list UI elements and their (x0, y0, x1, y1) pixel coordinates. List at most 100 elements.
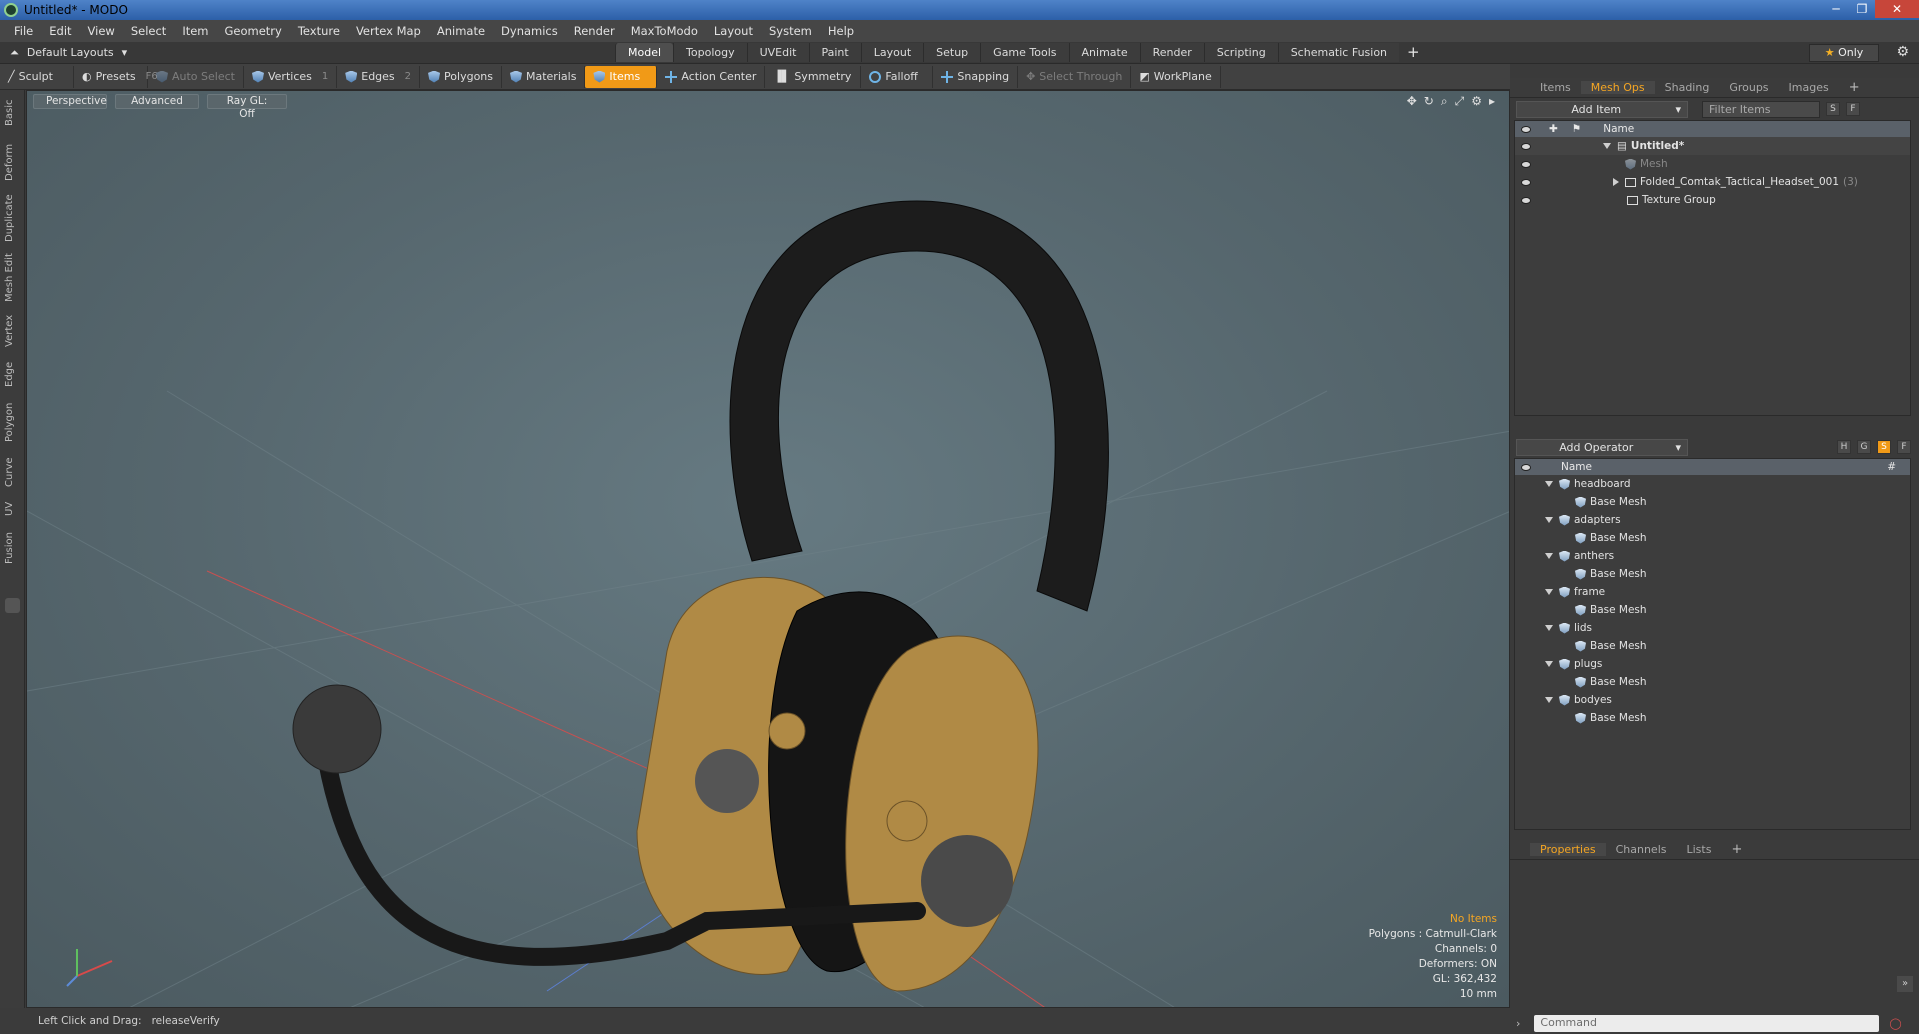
falloff-button[interactable]: Falloff (861, 65, 934, 88)
expand-arrow-icon[interactable] (1545, 697, 1553, 703)
op-base-mesh[interactable]: Base Mesh (1515, 637, 1910, 655)
symmetry-button[interactable]: ▐▌ Symmetry (765, 65, 862, 88)
menu-vertex-map[interactable]: Vertex Map (348, 24, 429, 38)
vtab-vertex[interactable]: Vertex (4, 312, 20, 350)
add-tab-icon[interactable]: + (1399, 43, 1428, 62)
vertices-button[interactable]: Vertices 1 (244, 65, 338, 88)
edges-button[interactable]: Edges 2 (337, 65, 421, 88)
tab-uvedit[interactable]: UVEdit (746, 43, 809, 62)
menu-geometry[interactable]: Geometry (217, 24, 290, 38)
shading-mode-advanced[interactable]: Advanced (115, 94, 199, 109)
tab-game-tools[interactable]: Game Tools (980, 43, 1069, 62)
expand-arrow-icon[interactable] (1545, 589, 1553, 595)
op-group-bodyes[interactable]: bodyes (1515, 691, 1910, 709)
vtab-polygon[interactable]: Polygon (4, 398, 20, 446)
presets-button[interactable]: ◐ Presets F6 (74, 65, 158, 88)
vtab-duplicate[interactable]: Duplicate (4, 192, 20, 244)
menu-layout[interactable]: Layout (706, 24, 761, 38)
add-panel-tab-icon[interactable]: + (1721, 842, 1752, 857)
view-mode-perspective[interactable]: Perspective (33, 94, 107, 109)
menu-select[interactable]: Select (123, 24, 174, 38)
rotate-view-icon[interactable]: ↻ (1424, 94, 1434, 109)
zoom-view-icon[interactable]: ⌕ (1441, 94, 1448, 109)
menu-item[interactable]: Item (174, 24, 216, 38)
expand-arrow-icon[interactable] (1613, 178, 1619, 186)
add-item-button[interactable]: Add Item ▾ (1516, 100, 1688, 118)
tab-render[interactable]: Render (1139, 43, 1204, 62)
tab-lists[interactable]: Lists (1677, 843, 1722, 856)
select-through-button[interactable]: ✥ Select Through (1018, 65, 1132, 88)
polygons-button[interactable]: Polygons (420, 65, 502, 88)
tab-shading[interactable]: Shading (1655, 81, 1720, 94)
layout-selector[interactable]: ⏶ Default Layouts ▾ (10, 46, 600, 60)
expand-panel-button[interactable]: » (1897, 976, 1913, 992)
vtab-deform[interactable]: Deform (4, 140, 20, 184)
workplane-button[interactable]: ◩ WorkPlane (1131, 65, 1221, 88)
expand-arrow-icon[interactable] (1603, 143, 1611, 149)
tab-model[interactable]: Model (615, 43, 674, 62)
minimize-icon[interactable]: ─ (1823, 0, 1849, 18)
expand-arrow-icon[interactable] (1545, 661, 1553, 667)
vtab-fusion[interactable]: Fusion (4, 528, 20, 568)
only-button[interactable]: ★ Only (1809, 44, 1879, 62)
menu-edit[interactable]: Edit (41, 24, 79, 38)
menu-help[interactable]: Help (820, 24, 862, 38)
expand-arrow-icon[interactable] (1545, 481, 1553, 487)
tree-item-texture-group[interactable]: Texture Group (1515, 191, 1910, 209)
filter-f-button[interactable]: F (1846, 102, 1860, 116)
add-operator-button[interactable]: Add Operator ▾ (1516, 438, 1688, 456)
viewport-gear-icon[interactable]: ⚙ (1471, 94, 1482, 109)
op-base-mesh[interactable]: Base Mesh (1515, 601, 1910, 619)
op-base-mesh[interactable]: Base Mesh (1515, 673, 1910, 691)
ops-f-button[interactable]: F (1897, 440, 1911, 454)
add-panel-tab-icon[interactable]: + (1839, 80, 1870, 95)
ops-h-button[interactable]: H (1837, 440, 1851, 454)
gear-icon[interactable]: ⚙ (1896, 44, 1909, 60)
raygl-toggle[interactable]: Ray GL: Off (207, 94, 287, 120)
op-group-lids[interactable]: lids (1515, 619, 1910, 637)
tree-item-headset[interactable]: Folded_Comtak_Tactical_Headset_001 (3) (1515, 173, 1910, 191)
tab-properties[interactable]: Properties (1530, 843, 1606, 856)
menu-file[interactable]: File (6, 24, 41, 38)
vtab-edge[interactable]: Edge (4, 358, 20, 390)
sculpt-button[interactable]: ╱ Sculpt (0, 65, 74, 88)
tab-animate[interactable]: Animate (1068, 43, 1140, 62)
snapping-button[interactable]: Snapping (933, 65, 1019, 88)
tree-item-untitled[interactable]: ▤ Untitled* (1515, 137, 1910, 155)
tab-mesh-ops[interactable]: Mesh Ops (1580, 81, 1655, 94)
vtab-mesh-edit[interactable]: Mesh Edit (4, 252, 20, 304)
tab-channels[interactable]: Channels (1606, 843, 1677, 856)
visibility-eye-icon[interactable] (1521, 178, 1531, 186)
expand-arrow-icon[interactable] (1545, 625, 1553, 631)
tab-setup[interactable]: Setup (923, 43, 981, 62)
visibility-eye-icon[interactable] (1521, 196, 1531, 204)
vtab-curve[interactable]: Curve (4, 454, 20, 490)
expand-arrow-icon[interactable] (1545, 517, 1553, 523)
menu-animate[interactable]: Animate (429, 24, 493, 38)
vtab-uv[interactable]: UV (4, 498, 20, 520)
menu-dynamics[interactable]: Dynamics (493, 24, 566, 38)
op-group-plugs[interactable]: plugs (1515, 655, 1910, 673)
command-input[interactable]: Command (1534, 1014, 1880, 1032)
tab-groups[interactable]: Groups (1719, 81, 1778, 94)
3d-viewport[interactable]: Perspective Advanced Ray GL: Off ✥ ↻ ⌕ ⤢… (26, 90, 1510, 1008)
restore-icon[interactable]: ❐ (1849, 0, 1875, 18)
op-base-mesh[interactable]: Base Mesh (1515, 493, 1910, 511)
filter-s-button[interactable]: S (1826, 102, 1840, 116)
op-group-anthers[interactable]: anthers (1515, 547, 1910, 565)
menu-texture[interactable]: Texture (290, 24, 348, 38)
tab-layout[interactable]: Layout (860, 43, 924, 62)
vtab-basic[interactable]: Basic (4, 96, 20, 130)
tab-topology[interactable]: Topology (673, 43, 747, 62)
tab-schematic-fusion[interactable]: Schematic Fusion (1277, 43, 1400, 62)
fit-view-icon[interactable]: ⤢ (1455, 94, 1465, 109)
strip-toggle-button[interactable] (5, 598, 20, 613)
close-icon[interactable]: ✕ (1875, 0, 1919, 18)
items-button[interactable]: Items (585, 65, 658, 88)
visibility-eye-icon[interactable] (1521, 160, 1531, 168)
tab-images[interactable]: Images (1779, 81, 1839, 94)
auto-select-button[interactable]: Auto Select (148, 65, 244, 88)
menu-view[interactable]: View (80, 24, 123, 38)
ops-s-button[interactable]: S (1877, 440, 1891, 454)
move-view-icon[interactable]: ✥ (1407, 94, 1417, 109)
